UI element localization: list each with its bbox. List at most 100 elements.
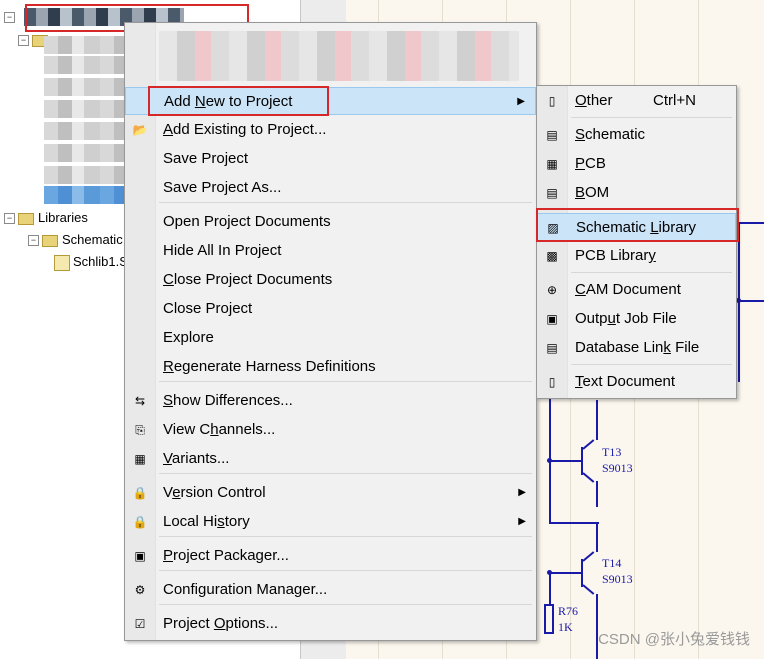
label-pre: Local Hi	[163, 513, 218, 530]
tree-row-schematic[interactable]: − Schematic	[28, 230, 123, 250]
collapse-icon[interactable]: −	[4, 213, 15, 225]
label-pre: Save Project As...	[163, 179, 282, 196]
menu-item-show-differences[interactable]: ⇆ Show Differences...	[125, 387, 536, 415]
tree-row-schlib[interactable]: Schlib1.S	[54, 252, 128, 272]
label-pre: Save Project	[163, 150, 249, 167]
resistor-r76	[544, 604, 554, 634]
blurred-tree-item	[44, 166, 124, 184]
label-pre: Close Project	[163, 300, 253, 317]
collapse-icon[interactable]: −	[4, 12, 15, 24]
submenu-item-other[interactable]: ▯ Other Ctrl+N	[537, 87, 736, 115]
menu-item-project-options[interactable]: ☑ Project Options...	[125, 610, 536, 638]
menu-item-label: BOM	[575, 179, 609, 207]
label-pre: Outp	[575, 310, 608, 327]
menu-item-label: Schematic	[575, 121, 645, 149]
label-post: roject Packager...	[173, 547, 289, 564]
submenu-item-schematic[interactable]: ▤ Schematic	[537, 121, 736, 149]
menu-item-view-channels[interactable]: ⎘ View Channels...	[125, 416, 536, 444]
label-post: File	[670, 339, 700, 356]
menu-separator	[159, 604, 532, 605]
label-post: ariants...	[171, 450, 230, 467]
label-post: AM Document	[585, 281, 681, 298]
menu-item-label: Project Options...	[163, 610, 278, 638]
label-mnemonic: h	[210, 421, 219, 438]
label-post: chematic	[585, 126, 646, 143]
menu-item-label: Text Document	[575, 368, 675, 396]
menu-item-regenerate-harness-definitions[interactable]: Regenerate Harness Definitions	[125, 353, 536, 381]
menu-item-label: Save Project	[163, 145, 248, 173]
label-post: egenerate Harness Definitions	[173, 358, 376, 375]
menu-item-explore[interactable]: Explore	[125, 324, 536, 352]
label-pre: Explore	[163, 329, 214, 346]
submenu-item-bom[interactable]: ▤ BOM	[537, 179, 736, 207]
label-mnemonic: B	[575, 184, 586, 201]
project-root-row[interactable]: −	[4, 7, 18, 27]
menu-separator	[571, 364, 732, 365]
label-post: rsion Control	[180, 484, 266, 501]
menu-item-label: Hide All In Project	[163, 237, 281, 265]
wire	[596, 481, 598, 507]
tree-label-schlib: Schlib1.S	[73, 254, 128, 269]
menu-item-close-project-documents[interactable]: Close Project Documents	[125, 266, 536, 294]
tree-label-libraries: Libraries	[38, 210, 88, 225]
options-icon: ☑	[134, 617, 146, 631]
menu-item-save-project-as[interactable]: Save Project As...	[125, 174, 536, 202]
transistor-base	[581, 447, 583, 475]
junction-dot	[547, 458, 552, 463]
wire	[549, 460, 581, 462]
submenu-item-output-job-file[interactable]: ▣ Output Job File	[537, 305, 736, 333]
label-post: OM	[585, 184, 610, 201]
configuration-icon: ⚙	[134, 583, 146, 597]
pcb-library-icon: ▩	[546, 249, 558, 263]
menu-separator	[159, 381, 532, 382]
transistor-collector	[582, 551, 595, 562]
add-existing-icon: 📂	[132, 123, 148, 137]
label-pre: Open Project Documents	[163, 213, 331, 230]
menu-item-label: Close Project Documents	[163, 266, 332, 294]
label-mnemonic: O	[213, 615, 226, 632]
menu-item-label: PCB Library	[575, 242, 656, 270]
menu-item-label: Save Project As...	[163, 174, 281, 202]
menu-item-open-project-documents[interactable]: Open Project Documents	[125, 208, 536, 236]
menu-item-save-project[interactable]: Save Project	[125, 145, 536, 173]
submenu-item-database-link-file[interactable]: ▤ Database Link File	[537, 334, 736, 362]
submenu-arrow-icon: ▶	[518, 487, 526, 498]
wire	[549, 572, 581, 574]
menu-item-close-project[interactable]: Close Project	[125, 295, 536, 323]
menu-item-label: Other	[575, 87, 613, 115]
menu-item-configuration-manager[interactable]: ⚙ Configuration Manager...	[125, 576, 536, 604]
transistor-emitter	[582, 584, 595, 595]
submenu-item-cam-document[interactable]: ⊕ CAM Document	[537, 276, 736, 304]
menu-item-project-packager[interactable]: ▣ Project Packager...	[125, 542, 536, 570]
label-mnemonic: S	[163, 392, 174, 409]
collapse-icon[interactable]: −	[28, 235, 39, 247]
watermark: CSDN @张小兔爱钱钱	[598, 631, 750, 648]
menu-separator	[159, 473, 532, 474]
lock-icon: 🔒	[132, 486, 148, 500]
differences-icon: ⇆	[134, 394, 146, 408]
menu-item-add-existing-to-project[interactable]: 📂 Add Existing to Project...	[125, 116, 536, 144]
label-pre: Hide All In Project	[163, 242, 282, 259]
wire	[738, 300, 764, 302]
label-mnemonic: S	[575, 126, 586, 143]
menu-item-hide-all-in-project[interactable]: Hide All In Project	[125, 237, 536, 265]
menu-item-local-history[interactable]: 🔒 Local History ▶	[125, 508, 536, 536]
label-mnemonic: O	[575, 92, 587, 109]
menu-item-label: Variants...	[163, 445, 229, 473]
menu-item-variants[interactable]: ▦ Variants...	[125, 445, 536, 473]
transistor-collector	[582, 439, 595, 450]
t13-part-label: S9013	[602, 461, 633, 475]
shortcut-label: Ctrl+N	[653, 92, 696, 109]
submenu-item-pcb[interactable]: ▦ PCB	[537, 150, 736, 178]
submenu-item-pcb-library[interactable]: ▩ PCB Library	[537, 242, 736, 270]
menu-separator	[159, 536, 532, 537]
tree-row-libraries[interactable]: − Libraries	[4, 208, 88, 228]
menu-item-version-control[interactable]: 🔒 Version Control ▶	[125, 479, 536, 507]
document-icon: ▯	[548, 94, 556, 108]
t14-part-label: S9013	[602, 572, 633, 586]
collapse-icon[interactable]: −	[18, 35, 29, 47]
submenu-item-text-document[interactable]: ▯ Text Document	[537, 368, 736, 396]
label-mnemonic: R	[163, 358, 174, 375]
folder-icon	[18, 212, 34, 225]
menu-item-label: Output Job File	[575, 305, 677, 333]
